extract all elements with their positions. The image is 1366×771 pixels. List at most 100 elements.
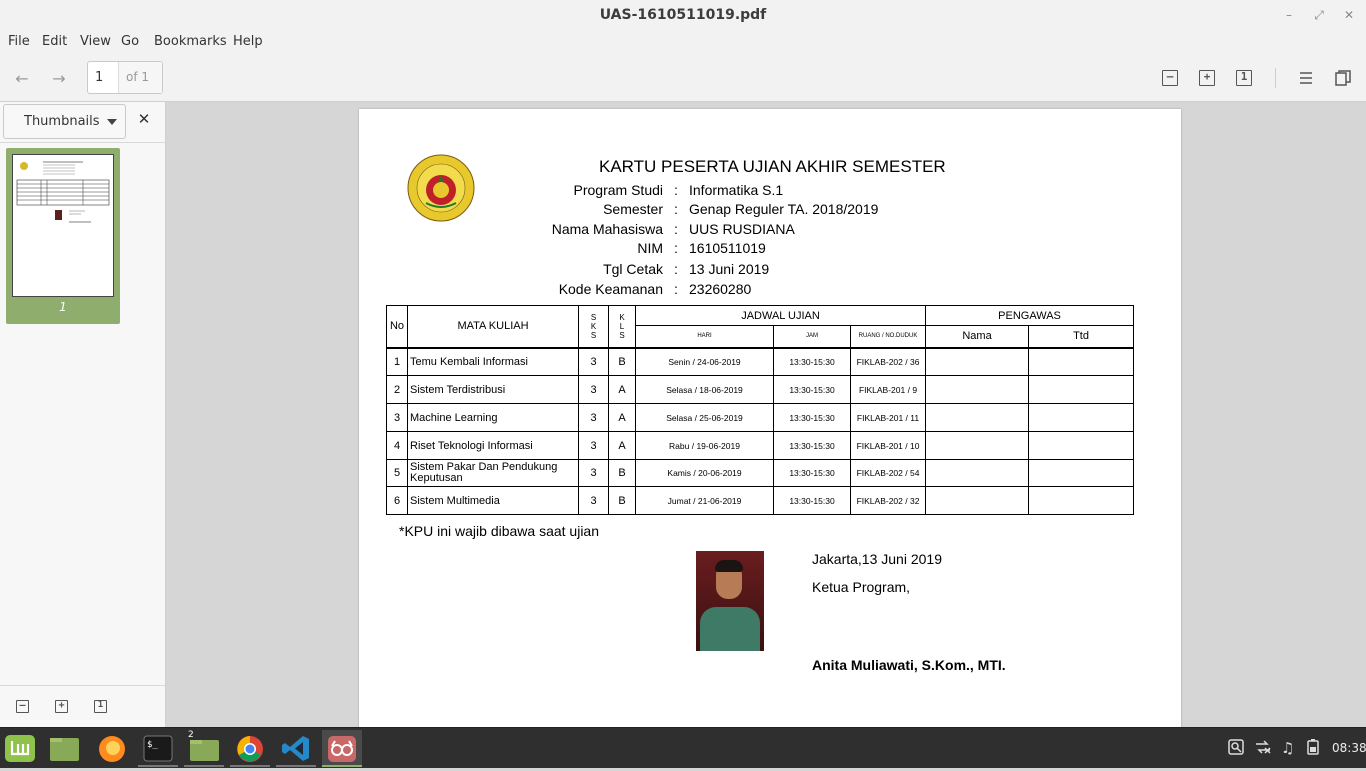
document-title: KARTU PESERTA UJIAN AKHIR SEMESTER bbox=[599, 157, 946, 176]
thumbnail-page-number: 1 bbox=[59, 300, 67, 314]
cell-day: Kamis / 20-06-2019 bbox=[635, 459, 774, 487]
header-room: RUANG / NO.DUDUK bbox=[849, 325, 927, 348]
header-schedule: JADWAL UJIAN bbox=[634, 305, 927, 326]
cell-supervisor-sign bbox=[1028, 486, 1135, 515]
cell-course: Machine Learning bbox=[407, 403, 579, 432]
cell-day: Selasa / 18-06-2019 bbox=[635, 375, 774, 404]
cell-course: Temu Kembali Informasi bbox=[407, 347, 579, 376]
cell-kls: A bbox=[608, 403, 636, 432]
cell-supervisor-name bbox=[925, 486, 1030, 515]
cell-course: Sistem Multimedia bbox=[407, 486, 579, 515]
cell-supervisor-sign bbox=[1028, 347, 1135, 376]
firefox-icon[interactable] bbox=[92, 730, 132, 767]
cell-room: FIKLAB-202 / 36 bbox=[849, 347, 927, 376]
page-number-input[interactable] bbox=[88, 62, 118, 93]
cell-supervisor-name bbox=[925, 347, 1030, 376]
taskbar: $_ 2 ♫ 08:38 bbox=[0, 727, 1366, 768]
cell-kls: B bbox=[608, 347, 636, 376]
files-launcher-icon[interactable] bbox=[44, 730, 84, 767]
info-value-program: Informatika S.1 bbox=[689, 182, 784, 198]
cell-supervisor-sign bbox=[1028, 403, 1135, 432]
cell-supervisor-name bbox=[925, 375, 1030, 404]
table-row: 2 Sistem Terdistribusi 3 A Selasa / 18-0… bbox=[386, 375, 1135, 404]
battery-icon[interactable] bbox=[1307, 739, 1319, 759]
info-colon: : bbox=[674, 261, 678, 277]
cell-day: Selasa / 25-06-2019 bbox=[635, 403, 774, 432]
header-course: MATA KULIAH bbox=[407, 305, 579, 348]
header-day: HARI bbox=[635, 325, 774, 348]
cell-supervisor-name bbox=[925, 403, 1030, 432]
terminal-icon[interactable]: $_ bbox=[138, 730, 178, 767]
zoom-in-icon[interactable]: + bbox=[1199, 70, 1215, 86]
cell-kls: B bbox=[608, 459, 636, 487]
pdf-page: KARTU PESERTA UJIAN AKHIR SEMESTER Progr… bbox=[359, 109, 1181, 727]
toolbar: ← → of 1 – + 1 bbox=[0, 56, 1366, 102]
table-row: 4 Riset Teknologi Informasi 3 A Rabu / 1… bbox=[386, 431, 1135, 460]
header-time: JAM bbox=[773, 325, 851, 348]
menu-bookmarks[interactable]: Bookmarks bbox=[154, 34, 227, 49]
table-row: 1 Temu Kembali Informasi 3 B Senin / 24-… bbox=[386, 347, 1135, 376]
menu-file[interactable]: File bbox=[8, 34, 30, 49]
info-value-nim: 1610511019 bbox=[689, 240, 766, 256]
cell-sks: 3 bbox=[578, 403, 609, 432]
chrome-icon[interactable] bbox=[230, 730, 270, 767]
close-sidebar-icon[interactable]: ✕ bbox=[137, 110, 151, 130]
menu-go[interactable]: Go bbox=[121, 34, 139, 49]
student-photo bbox=[696, 551, 764, 651]
signatory-name: Anita Muliawati, S.Kom., MTI. bbox=[812, 657, 1006, 673]
file-manager-task[interactable]: 2 bbox=[184, 730, 224, 767]
cell-room: FIKLAB-202 / 54 bbox=[849, 459, 927, 487]
minimize-button[interactable]: – bbox=[1280, 6, 1298, 24]
info-label-semester: Semester bbox=[603, 201, 663, 217]
sidebar-bottom-bar: – + 1 bbox=[0, 685, 165, 727]
cell-no: 4 bbox=[386, 431, 408, 460]
back-arrow-icon[interactable]: ← bbox=[10, 67, 34, 91]
screenshot-tray-icon[interactable] bbox=[1228, 739, 1244, 759]
sound-icon[interactable]: ♫ bbox=[1281, 739, 1294, 757]
cell-course: Riset Teknologi Informasi bbox=[407, 431, 579, 460]
sidebar: Thumbnails ✕ 1 – + 1 bbox=[0, 102, 166, 727]
document-viewer-task[interactable] bbox=[322, 730, 362, 767]
table-row: 6 Sistem Multimedia 3 B Jumat / 21-06-20… bbox=[386, 486, 1135, 515]
cell-time: 13:30-15:30 bbox=[773, 459, 851, 487]
document-viewer[interactable]: KARTU PESERTA UJIAN AKHIR SEMESTER Progr… bbox=[167, 102, 1366, 727]
thumb-zoom-in-icon[interactable]: + bbox=[55, 700, 68, 713]
close-window-button[interactable]: ✕ bbox=[1340, 6, 1358, 24]
exam-schedule-table: No MATA KULIAH S K S K L S JADWAL UJIAN … bbox=[386, 305, 1135, 515]
restore-button[interactable]: ⤢ bbox=[1310, 6, 1328, 24]
cell-kls: A bbox=[608, 431, 636, 460]
menu-view[interactable]: View bbox=[80, 34, 111, 49]
cell-sks: 3 bbox=[578, 486, 609, 515]
network-disconnected-icon[interactable] bbox=[1255, 739, 1271, 759]
header-name: Nama bbox=[925, 325, 1030, 348]
cell-no: 6 bbox=[386, 486, 408, 515]
title-bar: UAS-1610511019.pdf – ⤢ ✕ bbox=[0, 0, 1366, 30]
cell-no: 3 bbox=[386, 403, 408, 432]
window-title: UAS-1610511019.pdf bbox=[599, 7, 767, 23]
cell-sks: 3 bbox=[578, 375, 609, 404]
menu-help[interactable]: Help bbox=[233, 34, 263, 49]
cell-supervisor-sign bbox=[1028, 431, 1135, 460]
thumb-zoom-out-icon[interactable]: – bbox=[16, 700, 29, 713]
footnote: *KPU ini wajib dibawa saat ujian bbox=[399, 523, 599, 539]
thumb-zoom-reset-icon[interactable]: 1 bbox=[94, 700, 107, 713]
toolbar-divider bbox=[1275, 68, 1276, 88]
vscode-icon[interactable] bbox=[276, 730, 316, 767]
sidebar-mode-label: Thumbnails bbox=[24, 114, 100, 129]
info-label-student-name: Nama Mahasiswa bbox=[551, 221, 663, 237]
menu-edit[interactable]: Edit bbox=[42, 34, 67, 49]
continuous-mode-icon[interactable] bbox=[1298, 70, 1314, 86]
page-thumbnail[interactable]: 1 bbox=[6, 148, 120, 324]
cell-no: 1 bbox=[386, 347, 408, 376]
zoom-out-icon[interactable]: – bbox=[1162, 70, 1178, 86]
sidebar-mode-dropdown[interactable]: Thumbnails bbox=[3, 104, 126, 139]
forward-arrow-icon[interactable]: → bbox=[47, 67, 71, 91]
cell-kls: B bbox=[608, 486, 636, 515]
zoom-reset-icon[interactable]: 1 bbox=[1236, 70, 1252, 86]
signature-role: Ketua Program, bbox=[812, 579, 911, 595]
header-sign: Ttd bbox=[1028, 325, 1135, 348]
dual-page-icon[interactable] bbox=[1335, 70, 1351, 86]
chevron-down-icon bbox=[107, 119, 117, 125]
mint-menu-icon[interactable] bbox=[0, 730, 40, 767]
info-value-semester: Genap Reguler TA. 2018/2019 bbox=[689, 201, 879, 217]
